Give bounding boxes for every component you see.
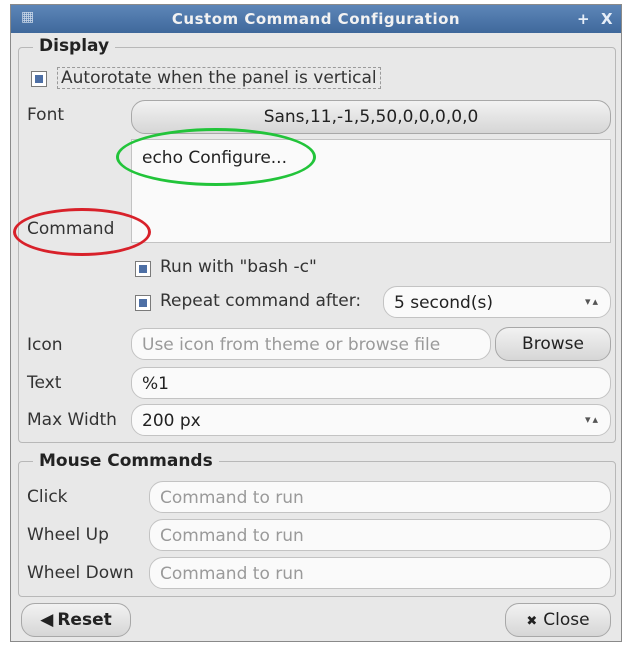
command-text-annotation-oval bbox=[116, 128, 316, 186]
run-with-bash-label[interactable]: Run with "bash -c" bbox=[160, 257, 317, 277]
max-width-spinbox[interactable]: 200 px ▾▴ bbox=[131, 404, 611, 436]
autorotate-checkbox[interactable] bbox=[31, 71, 47, 87]
spin-arrows-icon[interactable]: ▾▴ bbox=[585, 295, 600, 308]
wheel-up-command-input[interactable]: Command to run bbox=[149, 519, 611, 551]
checkbox-tick bbox=[139, 265, 147, 273]
wheel-up-label: Wheel Up bbox=[27, 525, 109, 545]
close-label: Close bbox=[543, 610, 590, 630]
text-input[interactable]: %1 bbox=[131, 367, 611, 399]
click-label: Click bbox=[27, 487, 68, 507]
max-width-value: 200 px bbox=[142, 411, 201, 431]
font-label: Font bbox=[27, 105, 65, 125]
icon-input[interactable]: Use icon from theme or browse file bbox=[131, 328, 491, 360]
repeat-label[interactable]: Repeat command after: bbox=[160, 291, 361, 311]
close-circle-icon: ✖ bbox=[526, 614, 538, 629]
browse-button[interactable]: Browse bbox=[495, 327, 611, 361]
close-button[interactable]: ✖ Close bbox=[505, 603, 611, 637]
command-annotation-oval bbox=[13, 208, 151, 256]
repeat-checkbox[interactable] bbox=[135, 295, 151, 311]
autorotate-label[interactable]: Autorotate when the panel is vertical bbox=[57, 67, 381, 89]
title-bar[interactable]: ▦ Custom Command Configuration + X bbox=[11, 5, 621, 33]
pin-icon[interactable]: + bbox=[577, 10, 590, 28]
reset-icon: ◀ bbox=[40, 610, 54, 630]
max-width-label: Max Width bbox=[27, 410, 117, 430]
wheel-down-label: Wheel Down bbox=[27, 563, 134, 583]
display-legend: Display bbox=[33, 36, 116, 56]
reset-button[interactable]: ◀ Reset bbox=[21, 603, 131, 637]
run-with-bash-checkbox[interactable] bbox=[135, 261, 151, 277]
click-command-input[interactable]: Command to run bbox=[149, 481, 611, 513]
icon-label: Icon bbox=[27, 335, 63, 355]
spin-arrows-icon[interactable]: ▾▴ bbox=[585, 413, 600, 426]
wheel-down-command-input[interactable]: Command to run bbox=[149, 557, 611, 589]
text-label: Text bbox=[27, 373, 62, 393]
repeat-interval-value: 5 second(s) bbox=[394, 293, 493, 313]
mouse-commands-legend: Mouse Commands bbox=[33, 451, 219, 471]
checkbox-tick bbox=[139, 299, 147, 307]
repeat-interval-spinbox[interactable]: 5 second(s) ▾▴ bbox=[383, 286, 611, 318]
checkbox-tick bbox=[35, 75, 43, 83]
window-title: Custom Command Configuration bbox=[171, 10, 461, 28]
reset-label: Reset bbox=[57, 610, 112, 630]
close-icon[interactable]: X bbox=[601, 10, 613, 28]
config-window: ▦ Custom Command Configuration + X Displ… bbox=[10, 4, 622, 642]
